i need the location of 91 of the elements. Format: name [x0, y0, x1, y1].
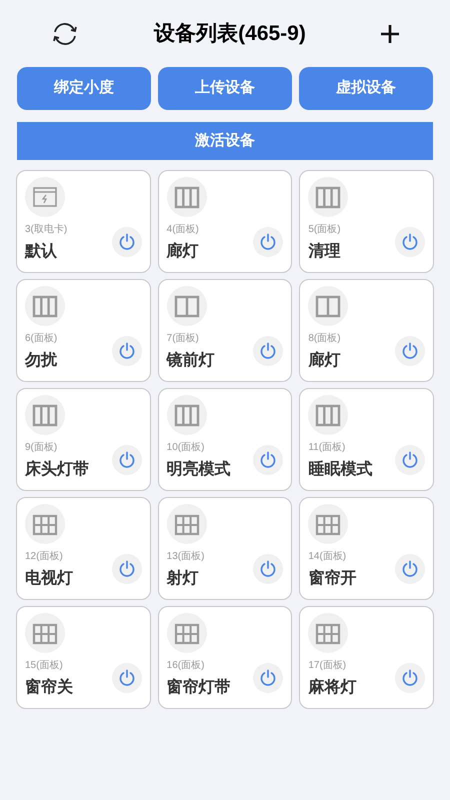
power-button[interactable] — [112, 445, 142, 475]
add-icon[interactable] — [380, 24, 400, 44]
device-card[interactable]: 13(面板) 射灯 — [158, 497, 292, 600]
device-id: 17(面板) — [308, 659, 348, 673]
device-card[interactable]: 8(面板) 廊灯 — [299, 279, 434, 382]
panel-icon — [315, 294, 342, 318]
page-title: 设备列表(465-9) — [154, 20, 306, 47]
device-card[interactable]: 6(面板) 勿扰 — [16, 279, 151, 382]
device-name: 窗帘开 — [308, 568, 356, 589]
device-name: 清理 — [308, 242, 341, 262]
device-id: 14(面板) — [308, 550, 348, 564]
power-button[interactable] — [253, 663, 284, 693]
device-name: 睡眠模式 — [308, 460, 372, 480]
device-id: 10(面板) — [166, 441, 206, 455]
device-name: 窗帘关 — [25, 677, 73, 698]
power-icon — [401, 560, 419, 578]
power-button[interactable] — [253, 554, 284, 584]
power-button[interactable] — [395, 336, 425, 366]
power-icon — [401, 669, 419, 687]
panel-icon — [315, 184, 342, 210]
panel-icon — [32, 294, 58, 318]
device-id: 11(面板) — [308, 441, 346, 455]
device-name: 明亮模式 — [166, 459, 231, 480]
device-name: 床头灯带 — [25, 459, 89, 480]
device-card[interactable]: 16(面板) 窗帘灯带 — [158, 606, 292, 709]
device-name: 麻将灯 — [308, 677, 356, 698]
power-button[interactable] — [395, 445, 425, 475]
power-button[interactable] — [253, 227, 284, 257]
power-icon — [401, 342, 419, 360]
power-icon — [259, 233, 278, 251]
power-icon — [118, 560, 136, 578]
device-name: 默认 — [25, 242, 58, 262]
power-button[interactable] — [395, 663, 425, 693]
device-id: 8(面板) — [308, 332, 341, 346]
activate-button[interactable]: 激活设备 — [17, 122, 433, 160]
device-card[interactable]: 14(面板) 窗帘开 — [299, 497, 434, 600]
device-name: 勿扰 — [25, 350, 58, 371]
device-card[interactable]: 11(面板) 睡眠模式 — [299, 388, 434, 491]
device-id: 15(面板) — [25, 659, 64, 673]
device-id: 13(面板) — [166, 550, 204, 564]
power-icon — [118, 669, 136, 687]
device-name: 电视灯 — [25, 568, 73, 589]
power-icon — [118, 342, 136, 360]
refresh-icon[interactable] — [50, 20, 80, 46]
device-card[interactable]: 12(面板) 电视灯 — [16, 497, 151, 600]
action-button[interactable]: 绑定小度 — [17, 67, 151, 110]
device-card[interactable]: 3(取电卡) 默认 — [16, 170, 151, 273]
power-icon — [118, 451, 136, 469]
device-card[interactable]: 4(面板) 廊灯 — [158, 170, 292, 273]
power-icon — [259, 342, 278, 360]
panel-icon — [32, 402, 58, 428]
device-id: 6(面板) — [25, 332, 58, 346]
device-card[interactable]: 9(面板) 床头灯带 — [16, 388, 151, 491]
device-id: 9(面板) — [25, 441, 58, 455]
power-icon — [259, 669, 278, 687]
device-id: 5(面板) — [308, 223, 341, 237]
panel-icon — [174, 402, 200, 428]
device-name: 射灯 — [166, 568, 200, 589]
device-name: 镜前灯 — [166, 350, 215, 371]
power-button[interactable] — [395, 227, 425, 257]
power-button[interactable] — [112, 554, 142, 584]
power-button[interactable] — [253, 445, 284, 475]
action-button[interactable]: 虚拟设备 — [299, 67, 433, 110]
power-icon — [259, 451, 278, 469]
device-name: 廊灯 — [308, 350, 341, 371]
power-button[interactable] — [395, 554, 425, 584]
power-icon — [259, 560, 278, 578]
device-card[interactable]: 17(面板) 麻将灯 — [299, 606, 434, 709]
device-id: 16(面板) — [166, 659, 206, 673]
panel-icon — [315, 402, 342, 428]
card-icon — [32, 184, 58, 210]
device-card[interactable]: 10(面板) 明亮模式 — [158, 388, 292, 491]
power-icon — [118, 233, 136, 251]
action-button[interactable]: 上传设备 — [158, 67, 292, 110]
device-card[interactable]: 15(面板) 窗帘关 — [16, 606, 151, 709]
panel-icon — [174, 184, 200, 210]
device-card[interactable]: 5(面板) 清理 — [299, 170, 434, 273]
power-icon — [401, 233, 419, 251]
power-button[interactable] — [112, 663, 142, 693]
device-id: 12(面板) — [25, 550, 64, 564]
power-button[interactable] — [112, 336, 142, 366]
device-name: 廊灯 — [166, 241, 199, 262]
power-icon — [401, 451, 419, 469]
power-button[interactable] — [112, 227, 142, 257]
panel-icon — [174, 294, 200, 318]
power-button[interactable] — [253, 336, 284, 366]
device-card[interactable]: 7(面板) 镜前灯 — [158, 279, 292, 382]
device-id: 3(取电卡) — [25, 223, 68, 237]
device-name: 窗帘灯带 — [166, 677, 231, 698]
device-id: 4(面板) — [166, 223, 199, 237]
device-id: 7(面板) — [166, 332, 200, 346]
